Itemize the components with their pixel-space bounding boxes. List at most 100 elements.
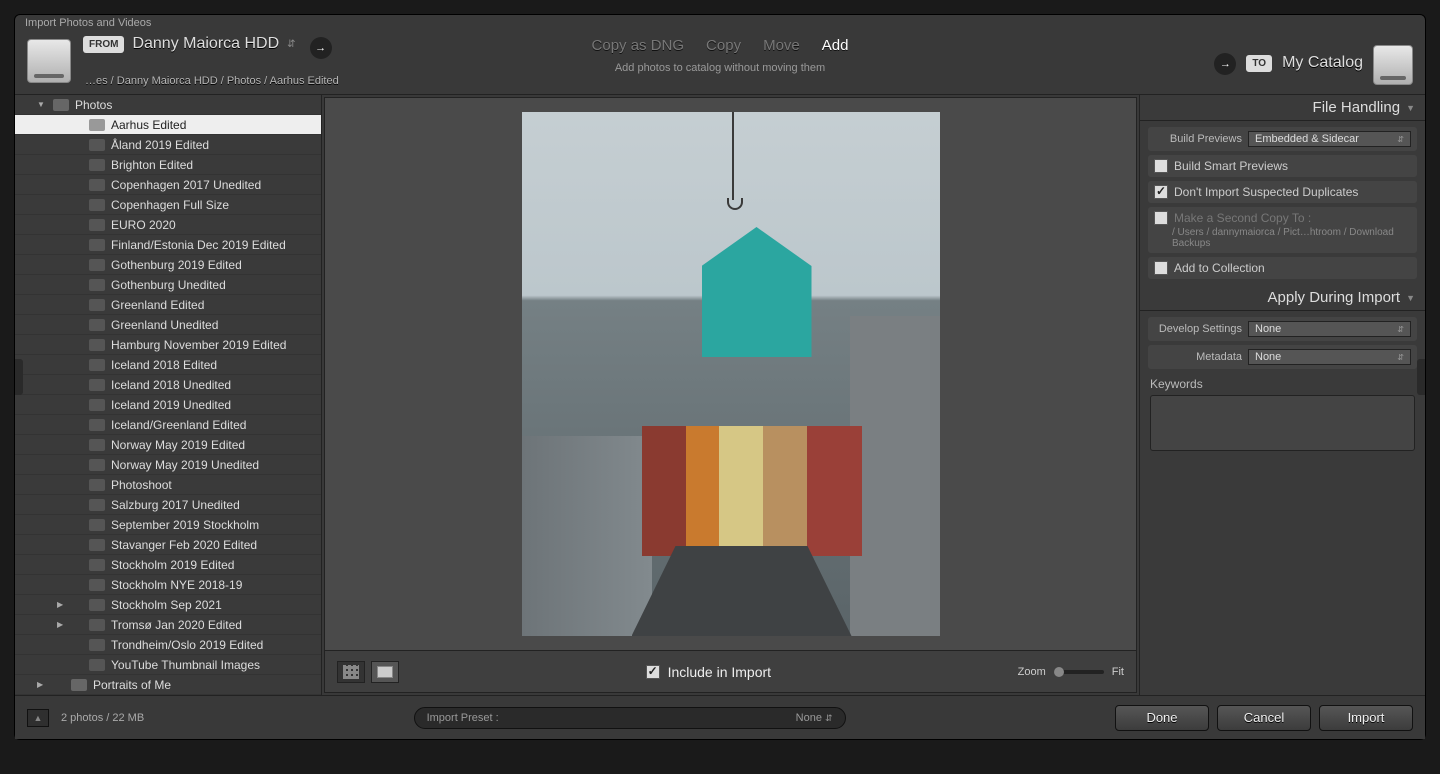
folder-row[interactable]: Stockholm 2019 Edited [15, 555, 321, 575]
folder-label: Greenland Unedited [111, 318, 218, 332]
folder-row[interactable]: Portraits of Me▶ [15, 675, 321, 695]
folder-icon [89, 139, 105, 151]
include-in-import-checkbox[interactable]: Include in Import [646, 664, 772, 680]
folder-row[interactable]: Gothenburg 2019 Edited [15, 255, 321, 275]
folder-row[interactable]: Iceland 2018 Unedited [15, 375, 321, 395]
folder-label: Brighton Edited [111, 158, 193, 172]
folder-row[interactable]: Finland/Estonia Dec 2019 Edited [15, 235, 321, 255]
folder-row[interactable]: Greenland Edited [15, 295, 321, 315]
metadata-row: Metadata None⇵ [1148, 345, 1417, 369]
folder-label: Norway May 2019 Edited [111, 438, 245, 452]
folder-row[interactable]: Iceland/Greenland Edited [15, 415, 321, 435]
folder-label: Aarhus Edited [111, 118, 186, 132]
arrow-right-icon[interactable]: → [310, 37, 332, 59]
preview-area[interactable] [325, 98, 1136, 650]
mode-add[interactable]: Add [822, 37, 849, 54]
mode-move[interactable]: Move [763, 37, 800, 54]
folder-row[interactable]: Åland 2019 Edited [15, 135, 321, 155]
mode-copy-dng[interactable]: Copy as DNG [592, 37, 685, 54]
loupe-view-button[interactable] [371, 661, 399, 683]
folder-label: Greenland Edited [111, 298, 204, 312]
include-label: Include in Import [668, 664, 772, 680]
apply-during-import-header[interactable]: Apply During Import▼ [1140, 285, 1425, 311]
folder-row[interactable]: Copenhagen 2017 Unedited [15, 175, 321, 195]
folder-icon [89, 479, 105, 491]
folder-row[interactable]: Greenland Unedited [15, 315, 321, 335]
catalog-hdd-icon [1373, 45, 1413, 85]
folder-icon [89, 559, 105, 571]
fit-label[interactable]: Fit [1112, 666, 1124, 678]
second-copy-checkbox[interactable]: Make a Second Copy To : / Users / dannym… [1148, 207, 1417, 253]
folder-row[interactable]: Norway May 2019 Edited [15, 435, 321, 455]
folder-icon [89, 199, 105, 211]
smart-previews-checkbox[interactable]: Build Smart Previews [1148, 155, 1417, 177]
folder-row[interactable]: Tromsø Jan 2020 Edited [15, 615, 321, 635]
folder-icon [89, 359, 105, 371]
breadcrumb: …es / Danny Maiorca HDD / Photos / Aarhu… [85, 75, 339, 87]
add-to-collection-checkbox[interactable]: Add to Collection [1148, 257, 1417, 279]
expand-status-button[interactable]: ▲ [27, 709, 49, 727]
folder-row[interactable]: Iceland 2018 Edited [15, 355, 321, 375]
mode-copy[interactable]: Copy [706, 37, 741, 54]
checkbox-icon [1154, 159, 1168, 173]
source-selector[interactable]: FROM Danny Maiorca HDD ⇵ [83, 35, 296, 53]
metadata-select[interactable]: None⇵ [1248, 349, 1411, 365]
grid-view-button[interactable] [337, 661, 365, 683]
folder-label: Finland/Estonia Dec 2019 Edited [111, 238, 286, 252]
checkbox-icon [1154, 185, 1168, 199]
panel-collapse-right[interactable] [1417, 359, 1425, 395]
done-button[interactable]: Done [1115, 705, 1209, 731]
folder-icon [53, 99, 69, 111]
folder-row[interactable]: Stavanger Feb 2020 Edited [15, 535, 321, 555]
folder-icon [89, 119, 105, 131]
folder-row[interactable]: Photoshoot [15, 475, 321, 495]
folder-label: Trondheim/Oslo 2019 Edited [111, 638, 263, 652]
folder-row[interactable]: Salzburg 2017 Unedited [15, 495, 321, 515]
to-badge: TO [1246, 55, 1272, 72]
folder-icon [89, 659, 105, 671]
folder-row[interactable]: Brighton Edited [15, 155, 321, 175]
folder-row[interactable]: Trondheim/Oslo 2019 Edited [15, 635, 321, 655]
folder-tree[interactable]: Photos Aarhus Edited Åland 2019 Edited Brig… [15, 95, 321, 695]
folder-row[interactable]: Stockholm NYE 2018-19 [15, 575, 321, 595]
header: FROM Danny Maiorca HDD ⇵ → …es / Danny M… [15, 27, 1425, 95]
folder-label: Iceland/Greenland Edited [111, 418, 246, 432]
cancel-button[interactable]: Cancel [1217, 705, 1311, 731]
checkbox-icon [1154, 211, 1168, 225]
folder-row[interactable]: September 2019 Stockholm [15, 515, 321, 535]
loupe-icon [377, 666, 393, 678]
folder-label: Copenhagen Full Size [111, 198, 229, 212]
panel-collapse-left[interactable] [15, 359, 23, 395]
dont-import-duplicates-checkbox[interactable]: Don't Import Suspected Duplicates [1148, 181, 1417, 203]
folder-row[interactable]: Gothenburg Unedited [15, 275, 321, 295]
import-preset-select[interactable]: Import Preset : None ⇵ [414, 707, 846, 729]
folder-label: Photoshoot [111, 478, 172, 492]
develop-settings-select[interactable]: None⇵ [1248, 321, 1411, 337]
folder-row[interactable]: Aarhus Edited [15, 115, 321, 135]
folder-label: Stockholm Sep 2021 [111, 598, 222, 612]
folder-icon [89, 319, 105, 331]
build-previews-row: Build Previews Embedded & Sidecar⇵ [1148, 127, 1417, 151]
folder-icon [89, 259, 105, 271]
source-label: Danny Maiorca HDD [132, 35, 279, 53]
folder-row[interactable]: Copenhagen Full Size [15, 195, 321, 215]
footer: ▲ 2 photos / 22 MB Import Preset : None … [15, 695, 1425, 739]
folder-row[interactable]: YouTube Thumbnail Images [15, 655, 321, 675]
build-previews-select[interactable]: Embedded & Sidecar⇵ [1248, 131, 1411, 147]
keywords-input[interactable] [1150, 395, 1415, 451]
grid-icon [343, 665, 359, 679]
photo-preview [522, 112, 940, 636]
folder-icon [89, 439, 105, 451]
destination-selector[interactable]: → TO My Catalog [1200, 41, 1413, 85]
folder-row[interactable]: EURO 2020 [15, 215, 321, 235]
folder-label: Iceland 2019 Unedited [111, 398, 231, 412]
file-handling-header[interactable]: File Handling▼ [1140, 95, 1425, 121]
folder-row[interactable]: Iceland 2019 Unedited [15, 395, 321, 415]
zoom-slider[interactable] [1054, 670, 1104, 674]
folder-row[interactable]: Norway May 2019 Unedited [15, 455, 321, 475]
folder-row[interactable]: Hamburg November 2019 Edited [15, 335, 321, 355]
folder-row[interactable]: Stockholm Sep 2021 [15, 595, 321, 615]
import-button[interactable]: Import [1319, 705, 1413, 731]
folder-row[interactable]: Photos [15, 95, 321, 115]
folder-label: Photos [75, 98, 112, 112]
